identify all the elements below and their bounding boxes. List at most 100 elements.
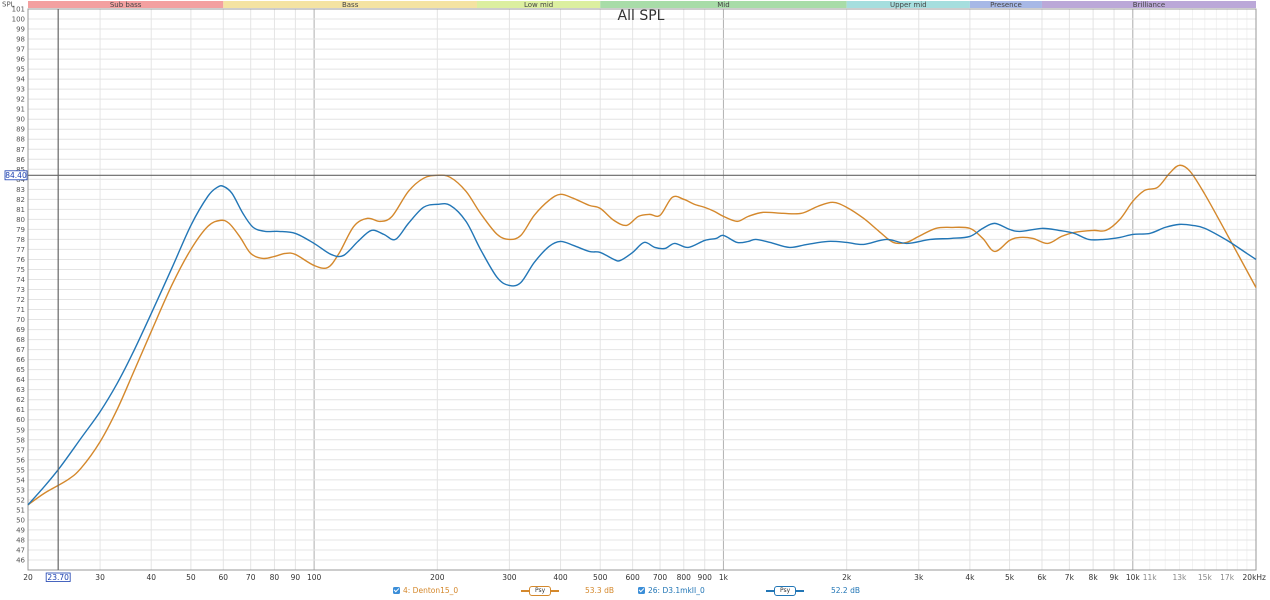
y-tick-label: 59 bbox=[16, 426, 25, 434]
chart-title: All SPL bbox=[618, 8, 665, 24]
x-tick-label: 4k bbox=[965, 573, 975, 582]
y-tick-label: 90 bbox=[16, 116, 25, 124]
x-tick-label: 40 bbox=[146, 573, 156, 582]
x-tick-label: 800 bbox=[677, 573, 692, 582]
y-tick-label: 79 bbox=[16, 226, 25, 234]
x-tick-label: 17k bbox=[1220, 573, 1235, 582]
y-tick-label: 53 bbox=[16, 486, 25, 494]
level-value: 52.2 dB bbox=[831, 586, 860, 595]
y-tick-label: 93 bbox=[16, 86, 25, 94]
y-tick-label: 95 bbox=[16, 66, 25, 74]
x-tick-label: 200 bbox=[430, 573, 445, 582]
y-tick-label: 89 bbox=[16, 126, 25, 134]
y-tick-label: 98 bbox=[16, 36, 25, 44]
y-tick-label: 57 bbox=[16, 446, 25, 454]
y-tick-label: 96 bbox=[16, 56, 25, 64]
y-tick-label: 71 bbox=[16, 306, 25, 314]
y-tick-label: 73 bbox=[16, 286, 25, 294]
y-tick-label: 99 bbox=[16, 26, 25, 34]
y-tick-label: 55 bbox=[16, 466, 25, 474]
y-tick-label: 74 bbox=[16, 276, 25, 284]
legend-item-d31mkii[interactable]: 26: D3.1mkII_0 bbox=[638, 586, 705, 595]
y-tick-label: 68 bbox=[16, 336, 25, 344]
band-label: Brilliance bbox=[1133, 1, 1165, 9]
y-tick-label: 88 bbox=[16, 136, 25, 144]
y-tick-label: 67 bbox=[16, 346, 25, 354]
spl-chart: Sub bass Bass Low mid Mid Upper mid Presence B… bbox=[0, 0, 1270, 585]
x-tick-label: 15k bbox=[1198, 573, 1213, 582]
x-tick-label: 20 bbox=[23, 573, 33, 582]
y-tick-label: 100 bbox=[12, 16, 25, 24]
x-tick-label: 11k bbox=[1143, 573, 1158, 582]
y-tick-label: 62 bbox=[16, 396, 25, 404]
y-tick-label: 77 bbox=[16, 246, 25, 254]
x-tick-label: 900 bbox=[698, 573, 713, 582]
y-tick-label: 70 bbox=[16, 316, 25, 324]
y-axis-title: SPL bbox=[2, 1, 15, 9]
x-tick-label: 9k bbox=[1109, 573, 1119, 582]
x-tick-label: 80 bbox=[270, 573, 280, 582]
y-tick-label: 51 bbox=[16, 506, 25, 514]
smoothing-psy-icon[interactable]: Psy bbox=[521, 586, 560, 596]
y-tick-label: 80 bbox=[16, 216, 25, 224]
x-tick-label: 30 bbox=[95, 573, 105, 582]
y-tick-label: 48 bbox=[16, 536, 25, 544]
x-tick-label: 1k bbox=[719, 573, 729, 582]
level-value: 53.3 dB bbox=[585, 586, 614, 595]
y-tick-label: 91 bbox=[16, 106, 25, 114]
x-tick-label: 50 bbox=[186, 573, 196, 582]
x-tick-label: 300 bbox=[502, 573, 517, 582]
y-tick-label: 81 bbox=[16, 206, 25, 214]
legend-label: 4: Denton15_0 bbox=[403, 586, 459, 595]
x-tick-label: 2k bbox=[842, 573, 852, 582]
y-tick-label: 46 bbox=[16, 556, 25, 564]
x-tick-label: 60 bbox=[219, 573, 229, 582]
y-tick-label: 92 bbox=[16, 96, 25, 104]
x-tick-label: 600 bbox=[625, 573, 640, 582]
y-tick-label: 56 bbox=[16, 456, 25, 464]
y-tick-label: 63 bbox=[16, 386, 25, 394]
y-tick-label: 47 bbox=[16, 546, 25, 554]
legend: 4: Denton15_0 Psy 53.3 dB 26: D3.1mkII_0… bbox=[0, 585, 1270, 599]
series-checkbox[interactable] bbox=[393, 587, 400, 594]
y-tick-label: 61 bbox=[16, 406, 25, 414]
x-tick-label: 70 bbox=[246, 573, 256, 582]
band-label: Upper mid bbox=[890, 1, 927, 9]
band-label: Sub bass bbox=[110, 1, 142, 9]
band-label: Mid bbox=[717, 1, 729, 9]
y-tick-label: 97 bbox=[16, 46, 25, 54]
y-tick-label: 78 bbox=[16, 236, 25, 244]
y-tick-label: 64 bbox=[16, 376, 25, 384]
y-tick-label: 86 bbox=[16, 156, 25, 164]
x-tick-label: 700 bbox=[653, 573, 668, 582]
y-tick-label: 87 bbox=[16, 146, 25, 154]
legend-label: 26: D3.1mkII_0 bbox=[648, 586, 705, 595]
psy-label: Psy bbox=[774, 586, 797, 596]
x-tick-label: 6k bbox=[1037, 573, 1047, 582]
x-tick-label: 10k bbox=[1126, 573, 1141, 582]
y-tick-label: 94 bbox=[16, 76, 25, 84]
x-tick-label: 8k bbox=[1089, 573, 1099, 582]
x-tick-label: 400 bbox=[553, 573, 568, 582]
x-tick-label: 100 bbox=[307, 573, 322, 582]
series-checkbox[interactable] bbox=[638, 587, 645, 594]
legend-item-denton[interactable]: 4: Denton15_0 bbox=[393, 586, 458, 595]
y-tick-label: 50 bbox=[16, 516, 25, 524]
cursor-x-readout: 23.70 bbox=[47, 573, 69, 582]
x-tick-label: 90 bbox=[291, 573, 301, 582]
x-tick-label: 20kHz bbox=[1243, 573, 1267, 582]
x-tick-label: 7k bbox=[1065, 573, 1075, 582]
band-label: Presence bbox=[990, 1, 1022, 9]
y-tick-label: 69 bbox=[16, 326, 25, 334]
smoothing-psy-icon[interactable]: Psy bbox=[766, 586, 805, 596]
y-tick-label: 83 bbox=[16, 186, 25, 194]
y-tick-label: 65 bbox=[16, 366, 25, 374]
y-tick-label: 75 bbox=[16, 266, 25, 274]
y-tick-label: 82 bbox=[16, 196, 25, 204]
psy-label: Psy bbox=[529, 586, 552, 596]
x-tick-label: 5k bbox=[1005, 573, 1015, 582]
legend-level: 53.3 dB bbox=[585, 586, 614, 595]
y-tick-label: 60 bbox=[16, 416, 25, 424]
band-label: Low mid bbox=[524, 1, 553, 9]
y-tick-label: 49 bbox=[16, 526, 25, 534]
